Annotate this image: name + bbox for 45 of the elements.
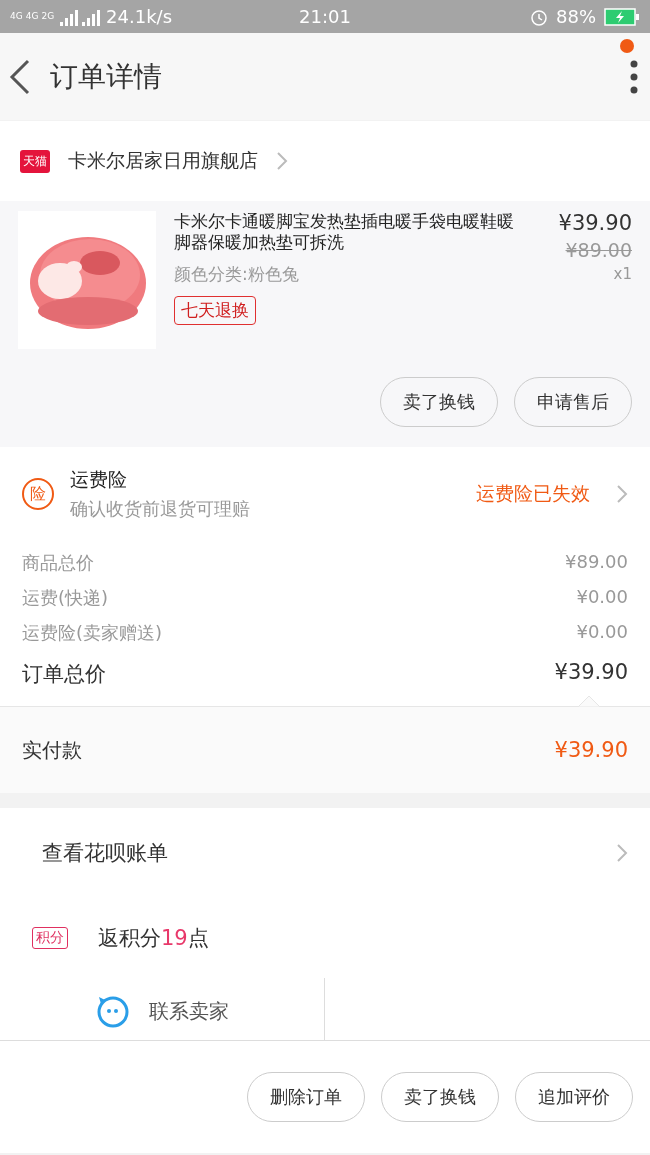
total-value: ¥0.00 — [576, 586, 628, 609]
total-label: 订单总价 — [22, 661, 106, 688]
return-policy-tag: 七天退换 — [174, 296, 256, 325]
action-button[interactable]: 删除订单 — [247, 1072, 365, 1122]
alarm-icon — [530, 7, 548, 26]
battery-percent: 88% — [556, 6, 596, 27]
total-value: ¥39.90 — [554, 660, 628, 686]
more-icon[interactable] — [630, 59, 638, 94]
insurance-badge: 险 — [22, 478, 54, 510]
action-button[interactable]: 卖了换钱 — [381, 1072, 499, 1122]
action-button[interactable]: 申请售后 — [514, 377, 632, 427]
bill-link[interactable]: 查看花呗账单 — [42, 839, 168, 867]
payment-label: 实付款 — [22, 736, 82, 764]
points-badge: 积分 — [32, 927, 68, 949]
network-label: 2G — [41, 12, 55, 21]
product-price: ¥39.90 — [558, 211, 632, 235]
action-button[interactable]: 追加评价 — [515, 1072, 633, 1122]
network-label: 4G — [25, 12, 39, 21]
battery-charging-icon — [604, 7, 640, 26]
product-title[interactable]: 卡米尔卡通暖脚宝发热垫插电暖手袋电暖鞋暖脚器保暖加热垫可拆洗 — [174, 211, 514, 253]
contact-seller-link[interactable]: 联系卖家 — [149, 997, 229, 1025]
chat-bubble-icon — [95, 994, 129, 1028]
total-value: ¥89.00 — [565, 551, 628, 574]
store-badge: 天猫 — [20, 149, 50, 173]
page-title: 订单详情 — [50, 58, 163, 95]
original-price: ¥89.00 — [565, 239, 632, 261]
total-label: 运费(快递) — [22, 586, 109, 610]
chevron-right-icon — [616, 843, 628, 863]
points-text: 返积分19点 — [98, 925, 209, 952]
store-name[interactable]: 卡米尔居家日用旗舰店 — [68, 148, 258, 174]
signal-icon — [60, 7, 101, 26]
quantity: x1 — [613, 265, 632, 283]
product-variant: 颜色分类:粉色兔 — [174, 263, 300, 286]
total-value: ¥0.00 — [576, 621, 628, 644]
network-label: 4G — [10, 12, 23, 21]
insurance-title: 运费险 — [70, 467, 128, 492]
insurance-subtitle: 确认收货前退货可理赔 — [70, 497, 251, 521]
total-label: 运费险(卖家赠送) — [22, 621, 163, 645]
network-speed: 24.1k/s — [106, 6, 173, 27]
chevron-right-icon — [276, 151, 288, 171]
clock: 21:01 — [299, 6, 351, 27]
chevron-right-icon — [616, 484, 628, 504]
total-label: 商品总价 — [22, 551, 94, 575]
action-button[interactable]: 卖了换钱 — [380, 377, 498, 427]
payment-amount: ¥39.90 — [554, 738, 628, 762]
